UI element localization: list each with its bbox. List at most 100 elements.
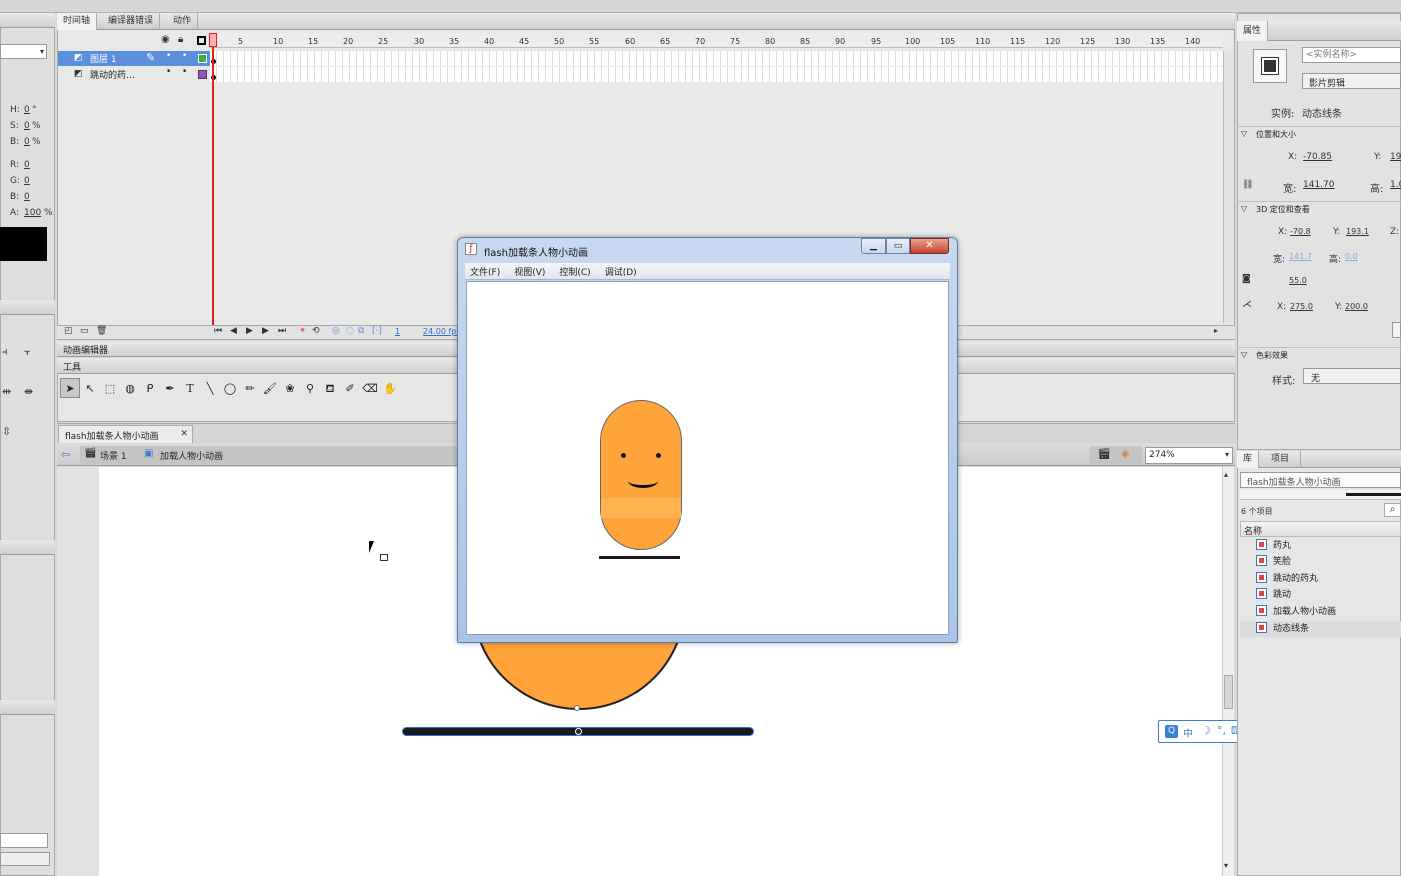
- match-size-icon[interactable]: ⇳: [2, 425, 11, 439]
- new-layer-icon[interactable]: ◰: [64, 324, 73, 338]
- g-value[interactable]: 0: [24, 176, 30, 186]
- zoom-dropdown[interactable]: 274% ▾: [1145, 447, 1233, 464]
- tab-actions[interactable]: 动作: [167, 13, 199, 30]
- step-forward-icon[interactable]: ▶: [262, 324, 269, 338]
- onion-outline-icon[interactable]: ◌: [346, 324, 354, 338]
- rectangle-tool[interactable]: ◯: [220, 379, 240, 399]
- punct-icon[interactable]: °,: [1217, 724, 1226, 738]
- bone-tool[interactable]: ⚲: [300, 379, 320, 399]
- back-arrow-icon[interactable]: ⇦: [61, 448, 70, 462]
- swf-menu-file[interactable]: 文件(F): [470, 265, 500, 278]
- section-position-size[interactable]: ▽ 位置和大小: [1237, 126, 1401, 140]
- layer-outline-swatch[interactable]: [198, 54, 207, 63]
- moon-icon[interactable]: ☽: [1201, 724, 1211, 738]
- tab-library[interactable]: 库: [1237, 451, 1260, 468]
- vp-x-value[interactable]: 275.0: [1290, 302, 1313, 311]
- loop-icon[interactable]: ⟲: [312, 324, 320, 338]
- left-input-2[interactable]: [0, 852, 50, 866]
- scroll-right-icon[interactable]: ▸: [1214, 324, 1218, 338]
- s-value[interactable]: 0: [24, 121, 30, 131]
- layer-lock-dot[interactable]: •: [182, 51, 187, 61]
- tab-timeline[interactable]: 时间轴: [57, 13, 98, 30]
- frame-ruler[interactable]: [210, 33, 1223, 48]
- onion-skin-icon[interactable]: ◎: [332, 324, 340, 338]
- layer-row[interactable]: ◩ 图层 1 ✎ • •: [58, 51, 210, 66]
- playhead[interactable]: [212, 33, 214, 325]
- align-left-icon[interactable]: ⫞: [2, 345, 8, 359]
- scroll-down-icon[interactable]: ▾: [1224, 859, 1228, 873]
- close-button[interactable]: ✕: [910, 238, 949, 254]
- a-value[interactable]: 100: [24, 208, 41, 218]
- y3d-value[interactable]: 193.1: [1346, 227, 1369, 236]
- tab-compiler-errors[interactable]: 编译器错误: [102, 13, 161, 30]
- layer-name[interactable]: 图层 1: [90, 52, 117, 65]
- stage-vscroll[interactable]: ▴ ▾: [1222, 467, 1234, 876]
- color-type-dropdown[interactable]: ▾: [0, 44, 47, 59]
- edit-symbols-icon[interactable]: ◈: [1121, 447, 1129, 461]
- scroll-up-icon[interactable]: ▴: [1224, 468, 1228, 482]
- lasso-tool[interactable]: ᑭ: [140, 379, 160, 399]
- edit-scene-icon[interactable]: 🎬︎: [1097, 447, 1111, 461]
- outline-icon[interactable]: [197, 36, 206, 45]
- motion-editor-tab[interactable]: 动画编辑器: [63, 343, 108, 356]
- library-document-dropdown[interactable]: flash加载条人物小动画: [1240, 472, 1401, 488]
- y-value[interactable]: 19: [1390, 152, 1401, 162]
- layer-row[interactable]: ◩ 跳动的药… • •: [58, 67, 210, 82]
- width-value[interactable]: 141.70: [1303, 180, 1335, 190]
- swf-menu-view[interactable]: 视图(V): [514, 265, 545, 278]
- go-first-frame-icon[interactable]: ⏮: [214, 324, 222, 338]
- eyedropper-tool[interactable]: ✐: [340, 379, 360, 399]
- h-value[interactable]: 0: [24, 105, 30, 115]
- text-tool[interactable]: T: [180, 379, 200, 399]
- document-tab[interactable]: flash加载条人物小动画 ✕: [58, 425, 193, 443]
- layer-visible-dot[interactable]: •: [166, 51, 171, 61]
- brush-tool[interactable]: 🖌︎: [260, 379, 280, 399]
- step-back-icon[interactable]: ◀: [230, 324, 237, 338]
- height-value[interactable]: 1.0: [1390, 180, 1401, 190]
- minimize-button[interactable]: ▁: [861, 238, 886, 254]
- timeline-vscroll[interactable]: [1223, 51, 1234, 323]
- align-center-icon[interactable]: ⫟: [24, 345, 31, 359]
- symbol-type-dropdown[interactable]: 影片剪辑: [1302, 73, 1401, 89]
- layer-name[interactable]: 跳动的药…: [90, 68, 135, 81]
- layer-visible-dot[interactable]: •: [166, 67, 171, 77]
- swf-menu-debug[interactable]: 调试(D): [605, 265, 637, 278]
- distribute-icon[interactable]: ⇹: [2, 385, 11, 399]
- library-item[interactable]: 跳动: [1256, 587, 1291, 603]
- layer-outline-swatch[interactable]: [198, 70, 207, 79]
- tab-properties[interactable]: 属性: [1237, 21, 1269, 41]
- tab-project[interactable]: 项目: [1265, 451, 1301, 468]
- distribute-h-icon[interactable]: ⇼: [24, 385, 33, 399]
- swf-stage[interactable]: [466, 281, 949, 635]
- section-color-effect[interactable]: ▽ 色彩效果: [1237, 347, 1401, 361]
- eraser-tool[interactable]: ⌫: [360, 379, 380, 399]
- vp-y-value[interactable]: 200.0: [1345, 302, 1368, 311]
- edit-multiple-icon[interactable]: ⧉: [358, 324, 364, 338]
- reset-button[interactable]: [1392, 322, 1401, 338]
- free-transform-tool[interactable]: ⬚: [100, 379, 120, 399]
- breadcrumb-symbol[interactable]: 加载人物小动画: [160, 449, 223, 462]
- pencil-tool[interactable]: ✏: [240, 379, 260, 399]
- width3d-value[interactable]: 141.7: [1289, 252, 1312, 261]
- delete-layer-icon[interactable]: 🗑︎: [96, 324, 107, 338]
- close-icon[interactable]: ✕: [180, 427, 188, 441]
- line-tool[interactable]: ╲: [200, 379, 220, 399]
- lock-icon[interactable]: 🔒︎: [178, 33, 183, 47]
- section-3d[interactable]: ▽ 3D 定位和查看: [1237, 201, 1401, 215]
- height3d-value[interactable]: 0.0: [1345, 252, 1358, 261]
- fps-readout[interactable]: 24.00 fps: [423, 327, 461, 336]
- center-frame-icon[interactable]: ⌖: [300, 324, 305, 338]
- hand-tool[interactable]: ✋: [380, 379, 400, 399]
- go-last-frame-icon[interactable]: ⏭: [278, 324, 286, 338]
- library-item[interactable]: 药丸: [1256, 538, 1291, 554]
- search-icon[interactable]: ⌕: [1384, 503, 1401, 517]
- 3d-rotation-tool[interactable]: ◍: [120, 379, 140, 399]
- eye-icon[interactable]: ◉: [161, 33, 170, 47]
- paint-bucket-tool[interactable]: ⛾: [320, 379, 340, 399]
- pen-tool[interactable]: ✒: [160, 379, 180, 399]
- swf-menu-control[interactable]: 控制(C): [559, 265, 590, 278]
- selection-tool[interactable]: ➤: [60, 378, 80, 398]
- x-value[interactable]: -70.85: [1303, 152, 1332, 162]
- library-item[interactable]: 跳动的药丸: [1256, 571, 1318, 587]
- maximize-button[interactable]: ▭: [886, 238, 910, 254]
